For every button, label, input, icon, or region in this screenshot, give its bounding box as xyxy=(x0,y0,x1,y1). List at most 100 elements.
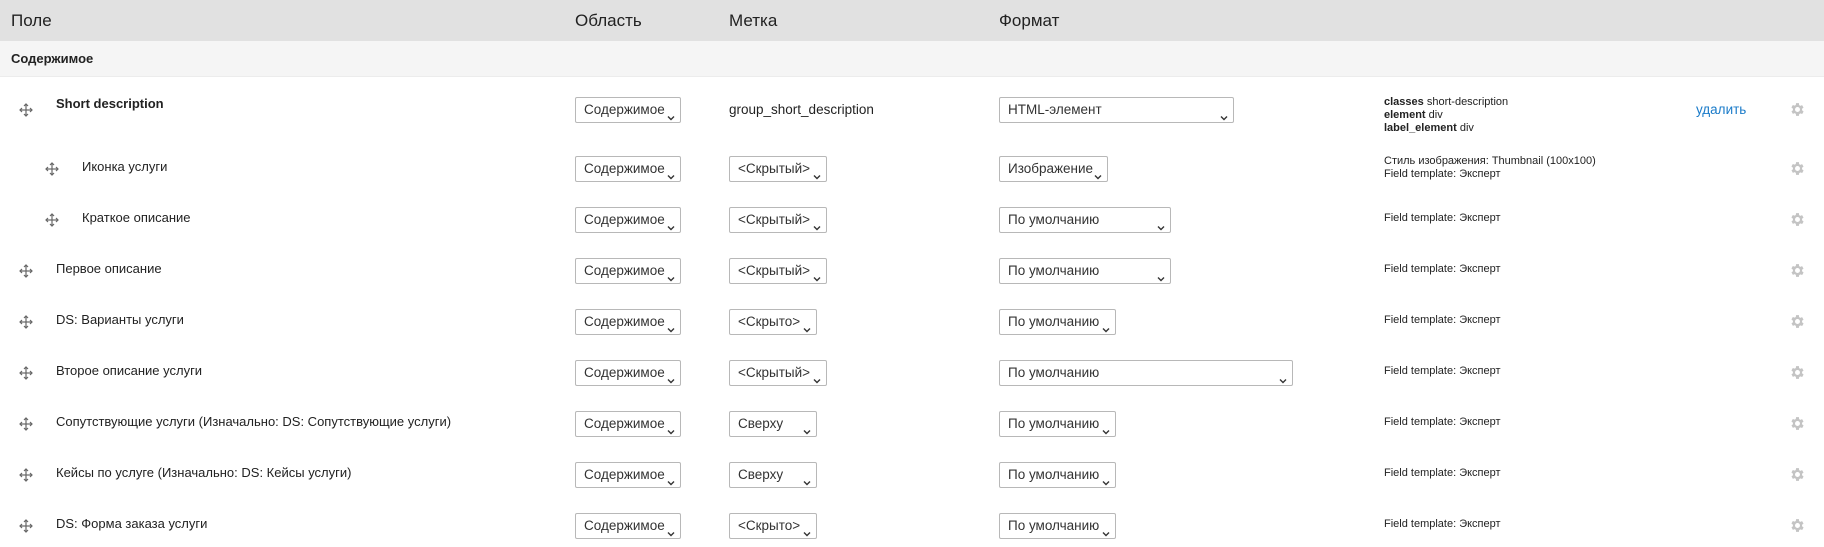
summary-line: Field template: Эксперт xyxy=(1384,263,1501,275)
field-name: Второе описание услуги xyxy=(56,363,203,378)
field-name: Краткое описание xyxy=(82,210,191,225)
label-display-select[interactable]: <Скрытый> xyxy=(729,156,827,182)
format-select[interactable]: По умолчанию xyxy=(999,462,1116,488)
chevron-down-icon xyxy=(1102,522,1110,537)
field-display-table: Поле Область Метка Формат Содержимое Sho… xyxy=(0,0,1824,547)
summary-line: Field template: Эксперт xyxy=(1384,212,1501,224)
region-select[interactable]: Содержимое xyxy=(575,513,681,539)
move-arrows-icon[interactable] xyxy=(45,162,59,176)
format-summary: Field template: Эксперт xyxy=(1384,416,1501,429)
chevron-down-icon xyxy=(1094,165,1102,180)
region-select-value: Содержимое xyxy=(584,263,665,278)
label-display-select[interactable]: <Скрытый> xyxy=(729,360,827,386)
chevron-down-icon xyxy=(1157,267,1165,282)
format-select[interactable]: По умолчанию xyxy=(999,309,1116,335)
summary-line: Field template: Эксперт xyxy=(1384,365,1501,377)
region-select[interactable]: Содержимое xyxy=(575,156,681,182)
move-arrows-icon[interactable] xyxy=(19,103,33,117)
gear-icon[interactable] xyxy=(1789,313,1806,330)
label-display-value: <Скрыто> xyxy=(738,518,801,533)
format-select[interactable]: По умолчанию xyxy=(999,258,1171,284)
region-select-value: Содержимое xyxy=(584,314,665,329)
gear-icon[interactable] xyxy=(1789,364,1806,381)
region-select-value: Содержимое xyxy=(584,212,665,227)
chevron-down-icon xyxy=(813,369,821,384)
field-name: DS: Варианты услуги xyxy=(56,312,184,327)
chevron-down-icon xyxy=(1220,106,1228,121)
gear-icon[interactable] xyxy=(1789,466,1806,483)
format-select[interactable]: По умолчанию xyxy=(999,513,1116,539)
region-select[interactable]: Содержимое xyxy=(575,411,681,437)
format-select[interactable]: По умолчанию xyxy=(999,360,1293,386)
label-display-select[interactable]: <Скрытый> xyxy=(729,258,827,284)
summary-value: short-description xyxy=(1426,96,1509,108)
chevron-down-icon xyxy=(1102,471,1110,486)
label-display-select[interactable]: Сверху xyxy=(729,411,817,437)
gear-icon[interactable] xyxy=(1789,415,1806,432)
region-select[interactable]: Содержимое xyxy=(575,207,681,233)
summary-line: Field template: Эксперт xyxy=(1384,467,1501,479)
gear-icon[interactable] xyxy=(1789,262,1806,279)
chevron-down-icon xyxy=(803,318,811,333)
chevron-down-icon xyxy=(667,318,675,333)
format-select[interactable]: Изображение xyxy=(999,156,1108,182)
move-arrows-icon[interactable] xyxy=(19,315,33,329)
move-arrows-icon[interactable] xyxy=(19,468,33,482)
label-display-value: Сверху xyxy=(738,416,784,431)
label-display-select[interactable]: <Скрыто> xyxy=(729,309,817,335)
label-display-select[interactable]: Сверху xyxy=(729,462,817,488)
region-select[interactable]: Содержимое xyxy=(575,258,681,284)
summary-line: Field template: Эксперт xyxy=(1384,314,1501,326)
region-select-value: Содержимое xyxy=(584,467,665,482)
gear-icon[interactable] xyxy=(1789,517,1806,534)
label-display-select[interactable]: <Скрыто> xyxy=(729,513,817,539)
format-summary: Field template: Эксперт xyxy=(1384,263,1501,276)
format-select[interactable]: По умолчанию xyxy=(999,207,1171,233)
chevron-down-icon xyxy=(813,216,821,231)
move-arrows-icon[interactable] xyxy=(45,213,59,227)
region-select-value: Содержимое xyxy=(584,161,665,176)
move-arrows-icon[interactable] xyxy=(19,417,33,431)
gear-icon[interactable] xyxy=(1789,211,1806,228)
move-arrows-icon[interactable] xyxy=(19,366,33,380)
gear-icon[interactable] xyxy=(1789,160,1806,177)
chevron-down-icon xyxy=(667,165,675,180)
chevron-down-icon xyxy=(667,106,675,121)
summary-line: Field template: Эксперт xyxy=(1384,168,1501,180)
header-field: Поле xyxy=(11,11,52,30)
format-summary: Field template: Эксперт xyxy=(1384,314,1501,327)
delete-link[interactable]: удалить xyxy=(1696,102,1746,117)
move-arrows-icon[interactable] xyxy=(19,519,33,533)
summary-key: label_element xyxy=(1384,122,1457,134)
format-select-value: По умолчанию xyxy=(1008,212,1100,227)
label-display-value: <Скрытый> xyxy=(738,161,811,176)
chevron-down-icon xyxy=(1279,369,1287,384)
region-select[interactable]: Содержимое xyxy=(575,360,681,386)
region-title-row: Содержимое xyxy=(0,41,1824,77)
summary-line: label_element div xyxy=(1384,122,1508,135)
label-display-select[interactable]: <Скрытый> xyxy=(729,207,827,233)
format-summary: Стиль изображения: Thumbnail (100x100) Fi… xyxy=(1384,155,1596,181)
header-region: Область xyxy=(575,11,642,30)
region-select[interactable]: Содержимое xyxy=(575,97,681,123)
region-select-value: Содержимое xyxy=(584,365,665,380)
region-select[interactable]: Содержимое xyxy=(575,462,681,488)
format-select-value: По умолчанию xyxy=(1008,263,1100,278)
chevron-down-icon xyxy=(667,216,675,231)
label-display-value: <Скрытый> xyxy=(738,212,811,227)
summary-key: classes xyxy=(1384,96,1424,108)
header-format: Формат xyxy=(999,11,1060,30)
format-summary: Field template: Эксперт xyxy=(1384,365,1501,378)
chevron-down-icon xyxy=(1102,420,1110,435)
header-label: Метка xyxy=(729,11,778,30)
format-select-value: По умолчанию xyxy=(1008,365,1100,380)
move-arrows-icon[interactable] xyxy=(19,264,33,278)
format-select[interactable]: По умолчанию xyxy=(999,411,1116,437)
format-select[interactable]: HTML-элемент xyxy=(999,97,1234,123)
region-select[interactable]: Содержимое xyxy=(575,309,681,335)
summary-value: div xyxy=(1428,109,1443,121)
field-name: DS: Форма заказа услуги xyxy=(56,516,208,531)
gear-icon[interactable] xyxy=(1789,101,1806,118)
summary-line: Стиль изображения: Thumbnail (100x100) xyxy=(1384,155,1596,167)
chevron-down-icon xyxy=(1102,318,1110,333)
